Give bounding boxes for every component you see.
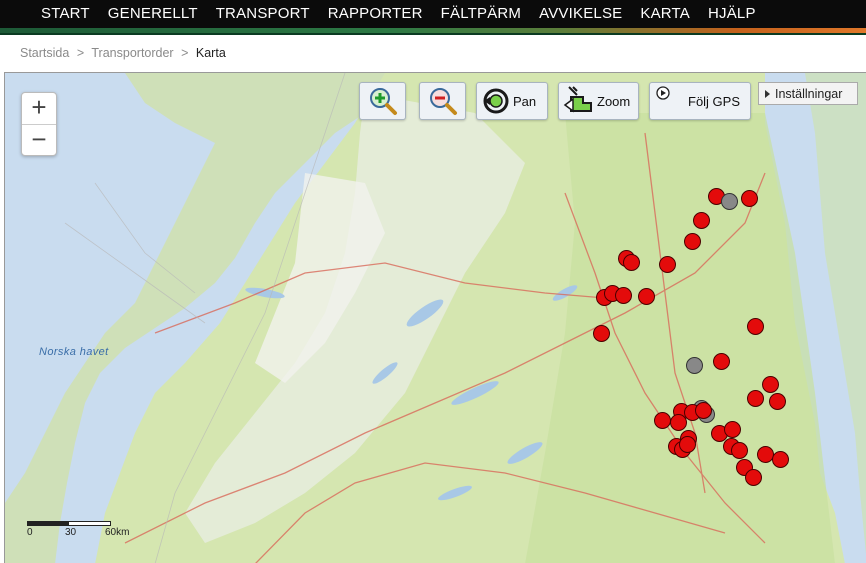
breadcrumb-startsida[interactable]: Startsida [20, 46, 69, 60]
settings-button[interactable]: Inställningar [758, 82, 858, 105]
magnifier-plus-icon [369, 88, 397, 115]
breadcrumb: Startsida > Transportorder > Karta [20, 46, 230, 60]
nav-transport[interactable]: TRANSPORT [207, 0, 319, 28]
order-marker[interactable] [713, 353, 730, 370]
play-icon [656, 86, 670, 100]
top-navigation: START GENERELLT TRANSPORT RAPPORTER FÄLT… [0, 0, 866, 28]
map-background [5, 73, 866, 563]
triangle-right-icon [765, 89, 770, 98]
scale-zero: 0 [27, 527, 33, 538]
zoom-control: + − [21, 92, 57, 156]
pan-label: Pan [513, 93, 537, 109]
order-marker[interactable] [638, 288, 655, 305]
magnifier-minus-icon [429, 88, 457, 115]
order-marker[interactable] [693, 212, 710, 229]
order-marker[interactable] [593, 325, 610, 342]
order-marker[interactable] [745, 469, 762, 486]
order-marker[interactable] [670, 414, 687, 431]
order-marker[interactable] [772, 451, 789, 468]
settings-label: Inställningar [775, 86, 843, 101]
order-marker[interactable] [741, 190, 758, 207]
order-marker[interactable] [615, 287, 632, 304]
nav-generellt[interactable]: GENERELLT [99, 0, 207, 28]
tool-zoom-box-button[interactable]: Zoom [558, 82, 639, 120]
breadcrumb-separator: > [181, 46, 189, 60]
order-marker[interactable] [623, 254, 640, 271]
header-stripe-dark [0, 33, 866, 35]
nav-faltparm[interactable]: FÄLTPÄRM [432, 0, 531, 28]
order-marker[interactable] [769, 393, 786, 410]
zoom-label: Zoom [597, 93, 631, 109]
order-marker[interactable] [747, 390, 764, 407]
nav-avvikelse[interactable]: AVVIKELSE [530, 0, 631, 28]
order-marker[interactable] [762, 376, 779, 393]
order-marker[interactable] [731, 442, 748, 459]
follow-gps-label: Följ GPS [688, 94, 741, 109]
order-marker[interactable] [724, 421, 741, 438]
tool-zoom-out-button[interactable] [419, 82, 466, 120]
nav-rapporter[interactable]: RAPPORTER [319, 0, 432, 28]
nav-start[interactable]: START [32, 0, 99, 28]
order-marker-inactive[interactable] [721, 193, 738, 210]
tool-pan-button[interactable]: Pan [476, 82, 548, 120]
zoom-box-icon [563, 86, 592, 113]
order-marker[interactable] [695, 402, 712, 419]
order-marker[interactable] [747, 318, 764, 335]
map-view[interactable]: Norska havet + − Pan Zoom Följ GPS Instä… [4, 72, 866, 563]
pan-icon [483, 88, 509, 114]
breadcrumb-separator: > [76, 46, 85, 60]
scale-mid: 30 [65, 527, 77, 538]
order-marker-inactive[interactable] [686, 357, 703, 374]
nav-karta[interactable]: KARTA [631, 0, 699, 28]
breadcrumb-transportorder[interactable]: Transportorder [91, 46, 173, 60]
scale-bar: 0 30 60km [27, 521, 129, 538]
follow-gps-button[interactable]: Följ GPS [649, 82, 751, 120]
order-marker[interactable] [654, 412, 671, 429]
order-marker[interactable] [659, 256, 676, 273]
breadcrumb-current: Karta [195, 46, 226, 60]
tool-zoom-in-button[interactable] [359, 82, 406, 120]
order-marker[interactable] [679, 436, 696, 453]
nav-hjalp[interactable]: HJÄLP [699, 0, 765, 28]
sea-label: Norska havet [39, 346, 109, 358]
zoom-out-button[interactable]: − [22, 125, 56, 156]
order-marker[interactable] [684, 233, 701, 250]
scale-max: 60km [105, 527, 130, 538]
zoom-in-button[interactable]: + [22, 93, 56, 124]
